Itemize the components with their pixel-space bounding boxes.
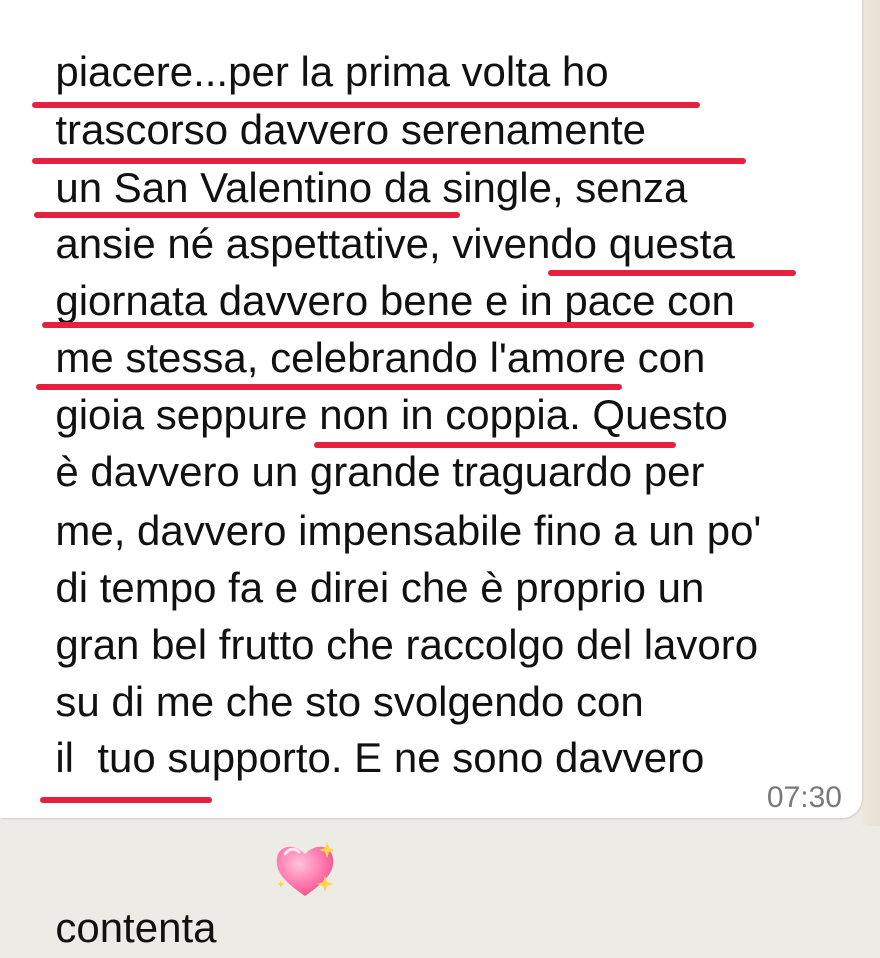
underline-mark [40, 797, 212, 803]
message-line: contenta [32, 744, 341, 958]
underline-mark [34, 212, 460, 218]
chat-wallpaper-strip [862, 0, 880, 826]
underline-mark [314, 442, 676, 448]
message-timestamp: 07:30 [766, 781, 842, 814]
underline-mark [32, 102, 700, 108]
underline-mark [32, 158, 746, 164]
underline-mark [548, 270, 796, 276]
underline-mark [36, 384, 622, 390]
highlighted-text: contenta [55, 904, 217, 951]
underline-mark [42, 322, 754, 328]
sparkling-heart-icon [228, 792, 341, 958]
